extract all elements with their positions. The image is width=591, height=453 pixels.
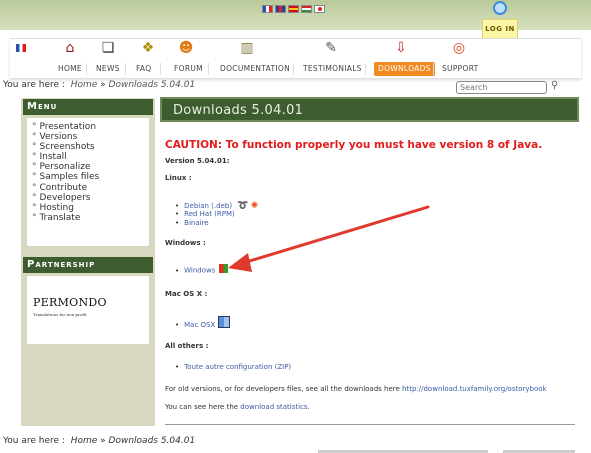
red-arrow-annotation xyxy=(228,205,430,272)
breadcrumb-bottom: You are here : Home » Downloads 5.04.01 xyxy=(3,436,195,446)
breadcrumb-separator: » xyxy=(100,436,106,446)
breadcrumb-home[interactable]: Home xyxy=(71,436,98,446)
breadcrumb-current: Downloads 5.04.01 xyxy=(108,436,196,446)
breadcrumb-prefix: You are here : xyxy=(3,436,65,446)
